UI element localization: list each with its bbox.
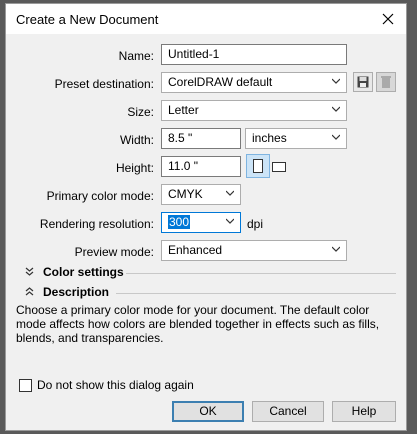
color-mode-label: Primary color mode: xyxy=(46,189,154,203)
preview-label: Preview mode: xyxy=(74,245,154,259)
ok-button[interactable]: OK xyxy=(172,401,244,422)
color-settings-label: Color settings xyxy=(43,265,124,279)
description-label: Description xyxy=(43,285,110,299)
preset-label: Preset destination: xyxy=(54,77,154,91)
chevron-down-icon xyxy=(332,106,340,112)
portrait-button[interactable] xyxy=(246,154,270,178)
description-header[interactable]: Description xyxy=(25,285,109,299)
size-select[interactable]: Letter xyxy=(161,100,347,121)
width-input[interactable]: 8.5 " xyxy=(161,128,241,149)
new-document-dialog: Create a New Document Name: Untitled-1 P… xyxy=(5,3,407,431)
chevron-down-icon xyxy=(226,190,234,196)
portrait-icon xyxy=(253,159,263,173)
name-input[interactable]: Untitled-1 xyxy=(161,44,347,65)
size-label: Size: xyxy=(127,105,154,119)
color-mode-select[interactable]: CMYK xyxy=(161,184,241,205)
preset-value: CorelDRAW default xyxy=(168,75,273,89)
color-settings-divider xyxy=(126,273,396,274)
save-preset-icon xyxy=(357,76,369,88)
preset-select[interactable]: CorelDRAW default xyxy=(161,72,347,93)
color-mode-value: CMYK xyxy=(168,187,203,201)
units-value: inches xyxy=(252,131,287,145)
height-label: Height: xyxy=(115,161,154,175)
preview-value: Enhanced xyxy=(168,243,223,257)
resolution-combo[interactable]: 300 xyxy=(161,212,241,233)
expand-chevron-icon xyxy=(25,267,37,279)
close-icon[interactable] xyxy=(376,8,400,30)
units-select[interactable]: inches xyxy=(245,128,347,149)
width-label: Width: xyxy=(119,133,154,147)
landscape-icon xyxy=(272,162,286,172)
delete-preset-icon xyxy=(381,76,391,88)
size-value: Letter xyxy=(168,103,199,117)
delete-preset-button[interactable] xyxy=(376,72,396,92)
name-label: Name: xyxy=(118,49,154,63)
chevron-down-icon xyxy=(226,218,234,224)
chevron-down-icon xyxy=(332,134,340,140)
window-title: Create a New Document xyxy=(16,12,159,27)
resolution-label: Rendering resolution: xyxy=(39,217,154,231)
height-input[interactable]: 11.0 " xyxy=(161,156,241,177)
help-button[interactable]: Help xyxy=(332,401,396,422)
resolution-value: 300 xyxy=(168,215,191,229)
title-bar: Create a New Document xyxy=(6,4,406,34)
preview-select[interactable]: Enhanced xyxy=(161,240,347,261)
dont-show-checkbox[interactable] xyxy=(19,379,32,392)
description-text: Choose a primary color mode for your doc… xyxy=(16,303,380,345)
chevron-down-icon xyxy=(332,246,340,252)
landscape-button[interactable] xyxy=(272,161,286,172)
save-preset-button[interactable] xyxy=(353,72,373,92)
chevron-down-icon xyxy=(332,78,340,84)
cancel-button[interactable]: Cancel xyxy=(252,401,324,422)
dont-show-label: Do not show this dialog again xyxy=(37,378,194,392)
collapse-chevron-icon xyxy=(25,287,37,299)
resolution-unit: dpi xyxy=(247,217,264,231)
description-divider xyxy=(116,293,396,294)
color-settings-header[interactable]: Color settings xyxy=(25,265,124,279)
